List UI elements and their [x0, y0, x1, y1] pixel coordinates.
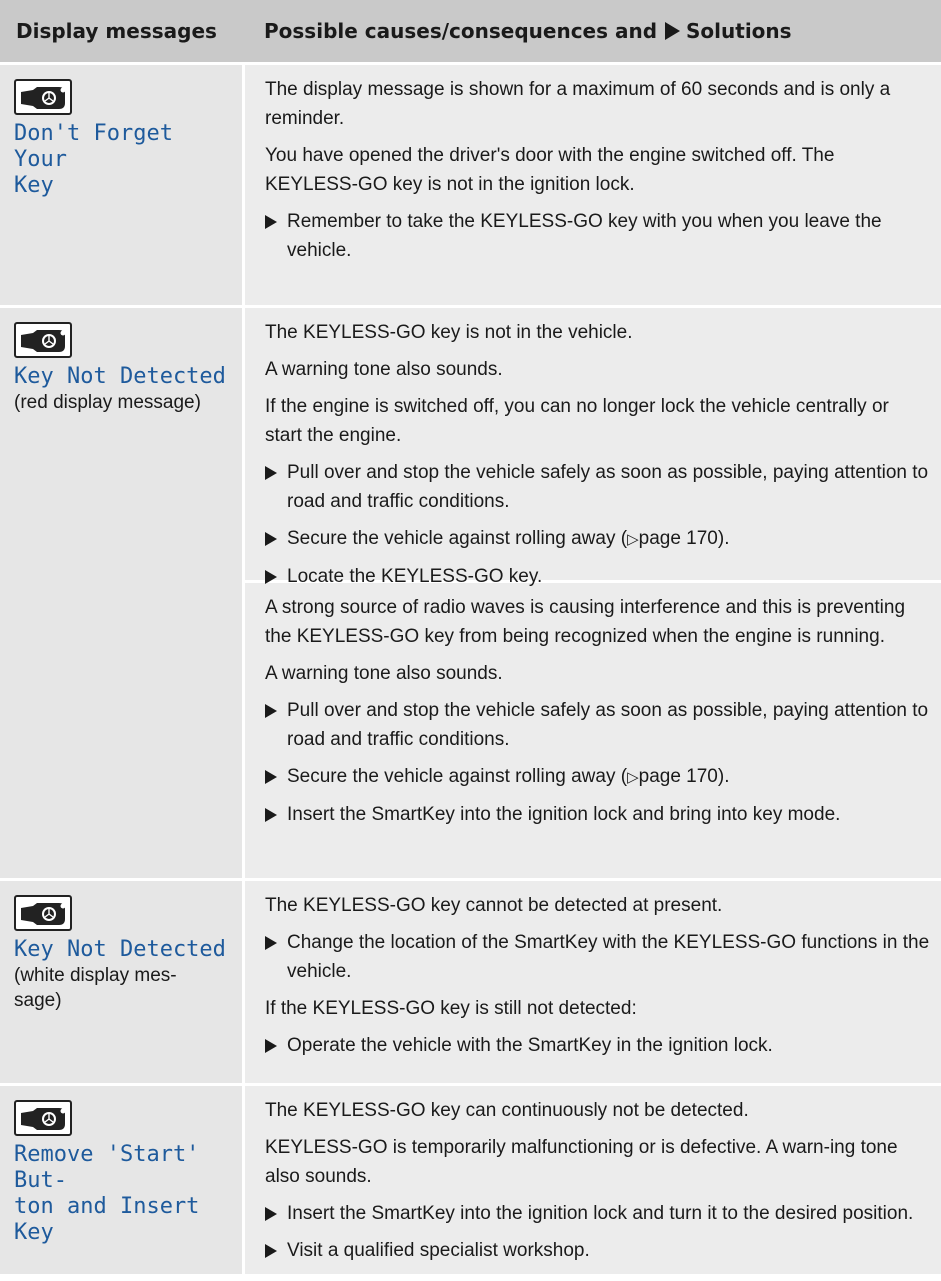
step-arrow-icon	[265, 936, 277, 950]
step-text: Pull over and stop the vehicle safely as…	[287, 700, 929, 750]
message-line: Don't Forget Your	[14, 121, 173, 172]
message-text: Remove 'Start' But- ton and Insert Key	[14, 1142, 234, 1246]
header-causes-solutions: Possible causes/consequences and Solutio…	[242, 0, 941, 62]
step-text: Pull over and stop the vehicle safely as…	[287, 462, 929, 512]
step-arrow-icon	[265, 215, 277, 229]
cause-block: A strong source of radio waves is causin…	[245, 580, 941, 845]
step-arrow-icon	[265, 1039, 277, 1053]
cause-text: The display message is shown for a maxim…	[265, 79, 891, 129]
triangle-right-icon	[665, 22, 681, 40]
message-note: (red display message)	[14, 392, 201, 413]
cause-text: If the engine is switched off, you can n…	[265, 396, 889, 446]
message-text: Key Not Detected	[14, 364, 226, 389]
note-line: sage)	[14, 990, 62, 1011]
message-text: Don't Forget Your Key	[14, 121, 234, 199]
display-message-cell: Don't Forget Your Key	[0, 65, 242, 305]
step-text: Operate the vehicle with the SmartKey in…	[287, 1035, 773, 1056]
cause-text: If the KEYLESS-GO key is still not detec…	[265, 998, 637, 1019]
header-solutions-label: Solutions	[686, 19, 792, 43]
cause-text: A warning tone also sounds.	[265, 663, 503, 684]
solution-step: Locate the KEYLESS-GO key.	[265, 562, 931, 591]
display-message-cell: Remove 'Start' But- ton and Insert Key	[0, 1086, 242, 1274]
step-arrow-icon	[265, 808, 277, 822]
solution-step: Visit a qualified specialist workshop.	[265, 1236, 931, 1265]
display-message-cell: Key Not Detected (red display message)	[0, 308, 242, 878]
solution-step: Operate the vehicle with the SmartKey in…	[265, 1031, 931, 1060]
step-arrow-icon	[265, 1207, 277, 1221]
table-row: Don't Forget Your Key The display messag…	[0, 62, 941, 305]
message-line: Key	[14, 173, 54, 198]
cause-text: KEYLESS-GO is temporarily malfunctioning…	[265, 1137, 898, 1187]
message-line: Remove 'Start' But-	[14, 1142, 200, 1193]
note-line: (white display mes-	[14, 965, 177, 986]
cause-text: The KEYLESS-GO key is not in the vehicle…	[265, 322, 633, 343]
smartkey-icon	[14, 322, 72, 358]
step-text: Secure the vehicle against rolling away …	[287, 766, 628, 787]
step-arrow-icon	[265, 570, 277, 584]
step-arrow-icon	[265, 532, 277, 546]
step-text-end: ).	[717, 528, 730, 549]
solution-step: Pull over and stop the vehicle safely as…	[265, 696, 931, 754]
table-row: Key Not Detected (white display mes- sag…	[0, 878, 941, 1083]
cause-block: The KEYLESS-GO key cannot be detected at…	[245, 881, 941, 1076]
step-text: Visit a qualified specialist workshop.	[287, 1240, 590, 1261]
message-note: (white display mes- sage)	[14, 963, 234, 1013]
message-text: Key Not Detected	[14, 937, 226, 962]
step-text: Insert the SmartKey into the ignition lo…	[287, 804, 841, 825]
display-messages-table: Display messages Possible causes/consequ…	[0, 0, 941, 1274]
solution-step: Secure the vehicle against rolling away …	[265, 762, 931, 792]
header-display-messages: Display messages	[16, 19, 217, 43]
table-row: Remove 'Start' But- ton and Insert Key T…	[0, 1083, 941, 1274]
causes-cell: The display message is shown for a maxim…	[242, 65, 941, 305]
step-text: Remember to take the KEYLESS-GO key with…	[287, 211, 882, 261]
smartkey-icon	[14, 1100, 72, 1136]
causes-cell: The KEYLESS-GO key can continuously not …	[242, 1086, 941, 1274]
solution-step: Insert the SmartKey into the ignition lo…	[265, 800, 931, 829]
solution-step: Remember to take the KEYLESS-GO key with…	[265, 207, 931, 265]
cause-text: The KEYLESS-GO key can continuously not …	[265, 1100, 749, 1121]
table-header: Display messages Possible causes/consequ…	[0, 0, 941, 62]
step-text-end: ).	[717, 766, 730, 787]
step-text: Insert the SmartKey into the ignition lo…	[287, 1203, 914, 1224]
page-reference[interactable]: page 170	[627, 766, 718, 787]
solution-step: Change the location of the SmartKey with…	[265, 928, 931, 986]
smartkey-icon	[14, 895, 72, 931]
header-causes-label: Possible causes/consequences and	[264, 19, 658, 43]
cause-block: The KEYLESS-GO key is not in the vehicle…	[245, 308, 941, 587]
solution-step: Pull over and stop the vehicle safely as…	[265, 458, 931, 516]
causes-cell: The KEYLESS-GO key cannot be detected at…	[242, 881, 941, 1083]
smartkey-icon	[14, 79, 72, 115]
table-row: Key Not Detected (red display message) T…	[0, 305, 941, 878]
step-text: Change the location of the SmartKey with…	[287, 932, 930, 982]
cause-text: A warning tone also sounds.	[265, 359, 503, 380]
cause-block: The display message is shown for a maxim…	[245, 65, 941, 281]
solution-step: Secure the vehicle against rolling away …	[265, 524, 931, 554]
cause-text: A strong source of radio waves is causin…	[265, 597, 906, 647]
step-arrow-icon	[265, 1244, 277, 1258]
message-line: ton and Insert Key	[14, 1194, 200, 1245]
page-reference[interactable]: page 170	[627, 528, 718, 549]
step-text: Locate the KEYLESS-GO key.	[287, 566, 543, 587]
display-message-cell: Key Not Detected (white display mes- sag…	[0, 881, 242, 1083]
cause-block: The KEYLESS-GO key can continuously not …	[245, 1086, 941, 1281]
manual-page: Display messages Possible causes/consequ…	[0, 0, 941, 1275]
cause-text: The KEYLESS-GO key cannot be detected at…	[265, 895, 723, 916]
solution-step: Insert the SmartKey into the ignition lo…	[265, 1199, 931, 1228]
step-arrow-icon	[265, 770, 277, 784]
step-text: Secure the vehicle against rolling away …	[287, 528, 628, 549]
step-arrow-icon	[265, 704, 277, 718]
cause-text: You have opened the driver's door with t…	[265, 145, 835, 195]
causes-cell: The KEYLESS-GO key is not in the vehicle…	[242, 308, 941, 878]
step-arrow-icon	[265, 466, 277, 480]
